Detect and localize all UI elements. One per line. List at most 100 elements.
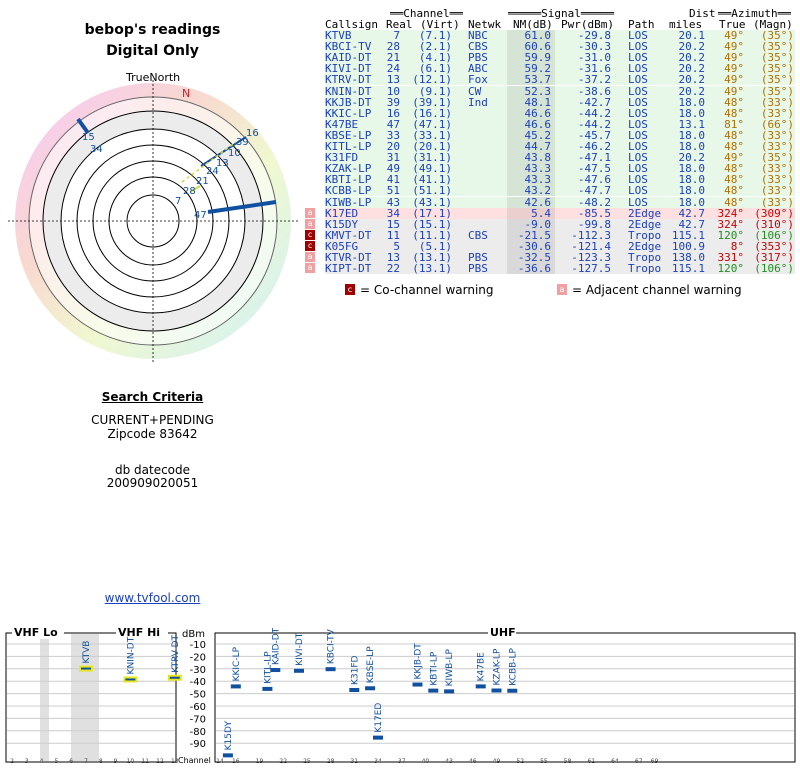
cell-nm: 53.7 — [524, 73, 552, 87]
x-tick-label: 52 — [516, 758, 524, 765]
x-tick-label: 11 — [141, 758, 149, 765]
x-tick-label: 7 — [84, 758, 88, 765]
cell-dist: 20.2 — [678, 73, 706, 87]
station-label: K31FD — [350, 655, 360, 685]
co-channel-swatch: c — [345, 284, 355, 295]
cell-pwr: -37.2 — [577, 73, 611, 87]
x-tick-label: 37 — [398, 758, 406, 765]
x-tick-label: 6 — [69, 758, 73, 765]
polar-station-label: 15 — [82, 132, 95, 143]
cell-virt: (43.1) — [412, 195, 452, 209]
station-label: KTVB — [82, 641, 92, 664]
cell-call: KTRV-DT — [325, 73, 372, 87]
tvfool-link[interactable]: www.tvfool.com — [0, 591, 305, 605]
co-channel-warning-icon: c — [305, 240, 315, 251]
x-tick-label: 22 — [279, 758, 287, 765]
station-label: KAID-DT — [271, 627, 281, 665]
adjacent-channel-swatch: a — [557, 284, 567, 295]
y-tick-label: -70 — [190, 714, 206, 725]
x-tick-label: 13 — [171, 758, 179, 765]
cell-call: KCBB-LP — [325, 184, 372, 198]
station-mark-kbse-lp — [365, 686, 376, 691]
x-tick-label: 5 — [54, 758, 58, 765]
x-tick-label: 67 — [635, 758, 643, 765]
x-tick-label: 2 — [10, 758, 14, 765]
cell-pwr: -38.6 — [577, 84, 611, 98]
cell-virt: (12.1) — [412, 73, 452, 87]
page-title: bebop's readings — [84, 22, 221, 38]
station-label: KIVI-DT — [295, 632, 305, 666]
cell-virt: (13.1) — [412, 262, 452, 276]
x-tick-label: 34 — [374, 758, 382, 765]
x-tick-label: 49 — [493, 758, 501, 765]
adjacent-channel-warning-icon: a — [305, 207, 315, 218]
cell-net: PBS — [468, 262, 488, 276]
y-tick-label: -30 — [190, 665, 206, 676]
cell-pwr: -47.7 — [577, 184, 611, 198]
y-tick-label: -40 — [190, 677, 206, 688]
cell-real: 51 — [386, 184, 400, 198]
cell-call: KNIN-DT — [325, 84, 372, 98]
station-mark-kkjb-dt — [412, 682, 423, 687]
polar-chart: 153416391013242128747 — [8, 80, 298, 362]
cell-path: Tropo — [628, 262, 662, 276]
cell-net: CW — [468, 84, 482, 98]
station-mark-ktvb — [79, 665, 93, 672]
station-mark-k17ed — [373, 735, 383, 740]
polar-station-label: 21 — [196, 176, 209, 187]
cell-mag: (33°) — [760, 195, 794, 209]
x-tick-label: 3 — [25, 758, 29, 765]
polar-station-label: 10 — [228, 148, 241, 159]
table-row: KTRV-DT 13 (12.1) Fox 53.7 -37.2 LOS 20.2 49° (35… — [325, 74, 795, 85]
polar-station-label: 47 — [194, 210, 207, 221]
station-mark-kkic-lp — [230, 684, 241, 689]
x-tick-label: 14 — [216, 758, 224, 765]
cell-pwr: -48.2 — [577, 195, 611, 209]
cell-nm: 42.6 — [524, 195, 552, 209]
cell-real: 10 — [386, 84, 400, 98]
polar-station-label: 39 — [236, 137, 249, 148]
station-mark-kbti-lp — [428, 688, 439, 693]
y-tick-label: -20 — [190, 652, 206, 663]
cell-tru: 49° — [724, 73, 744, 87]
station-label: KKJB-DT — [414, 643, 424, 680]
truenorth-label: TrueNorth — [126, 71, 181, 84]
station-label: KCBB-LP — [508, 647, 518, 685]
station-mark-kzak-lp — [491, 688, 502, 693]
cell-path: LOS — [628, 84, 648, 98]
cell-path: LOS — [628, 184, 648, 198]
co-channel-warning-icon: c — [305, 229, 315, 240]
polar-station-label: 28 — [183, 186, 196, 197]
station-mark-k31fd — [349, 688, 360, 693]
x-tick-label: 46 — [469, 758, 477, 765]
cell-tru: 49° — [724, 84, 744, 98]
station-mark-ktrv-dt — [167, 674, 182, 681]
cell-dist: 115.1 — [671, 262, 705, 276]
polar-station-label: 34 — [90, 144, 103, 155]
cell-dist: 18.0 — [678, 184, 706, 198]
x-tick-label: 16 — [232, 758, 240, 765]
x-tick-label: 64 — [611, 758, 619, 765]
vhf-gap-shade-1 — [40, 634, 49, 761]
cell-real: 43 — [386, 195, 400, 209]
page-subtitle: Digital Only — [106, 43, 199, 59]
x-tick-label: 12 — [156, 758, 164, 765]
station-mark-kivi-dt — [294, 668, 304, 673]
x-tick-label: 69 — [651, 758, 659, 765]
station-label: K15DY — [224, 721, 234, 751]
x-tick-label: 10 — [127, 758, 135, 765]
db-value: 200909020051 — [106, 476, 199, 490]
table-row: KIWB-LP 43 (43.1) 42.6 -48.2 LOS 18.0 48° (33°) — [325, 195, 795, 209]
station-label: KBCI-TV — [327, 628, 337, 664]
station-mark-kiwb-lp — [444, 689, 455, 694]
x-tick-label: 43 — [445, 758, 453, 765]
cell-mag: (35°) — [760, 84, 794, 98]
cell-mag: (35°) — [760, 73, 794, 87]
cell-net: Ind — [468, 95, 488, 109]
station-mark-kbci-tv — [325, 667, 336, 672]
cell-pwr: -127.5 — [571, 262, 611, 276]
cell-nm: -36.6 — [517, 262, 551, 276]
station-label: K47BE — [477, 652, 487, 682]
y-tick-label: -60 — [190, 702, 206, 713]
station-mark-k15dy — [222, 753, 233, 758]
